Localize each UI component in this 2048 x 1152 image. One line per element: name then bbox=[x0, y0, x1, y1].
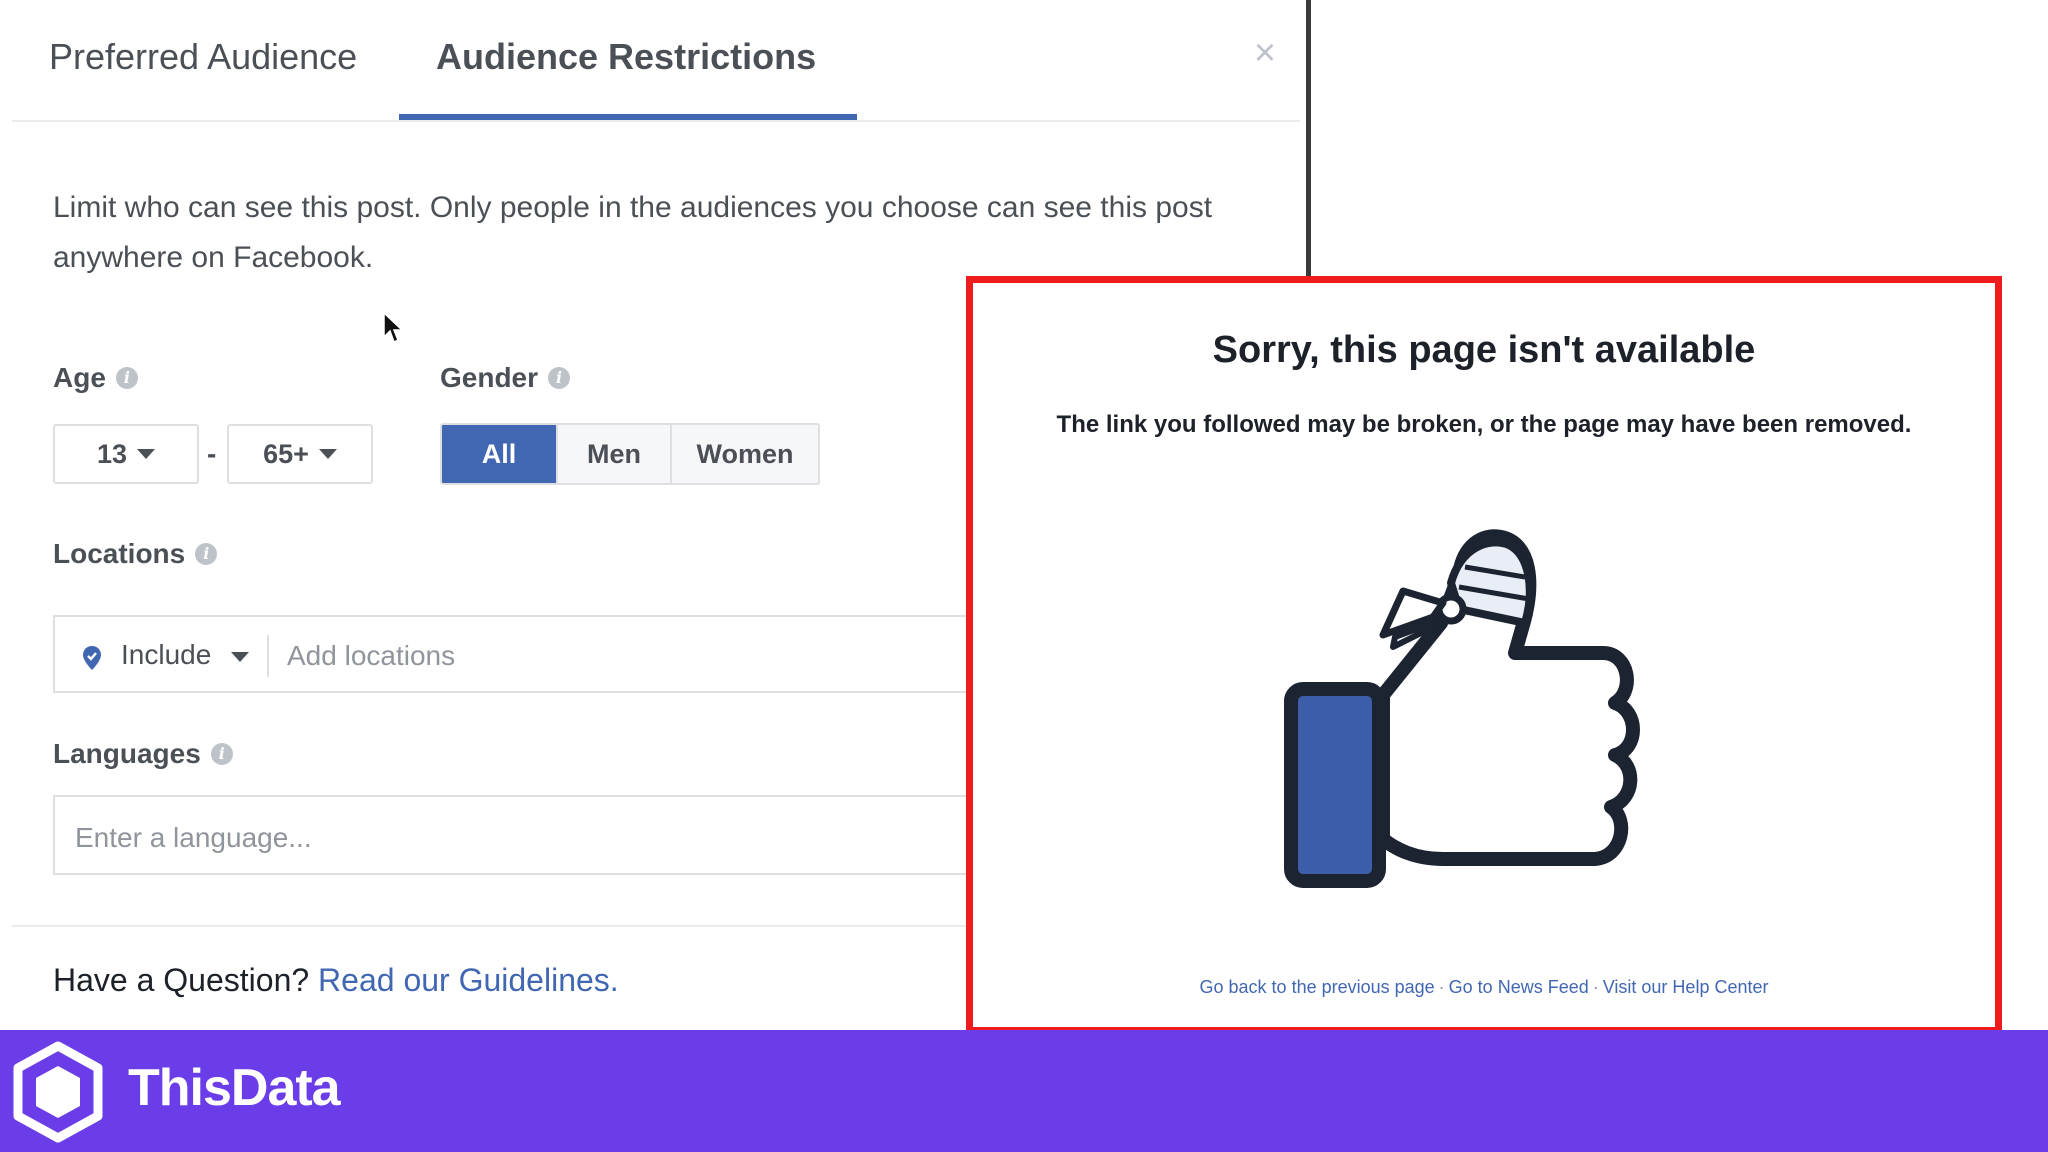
mouse-cursor-icon bbox=[383, 312, 403, 344]
guidelines-link[interactable]: Read our Guidelines. bbox=[318, 962, 619, 998]
error-links: Go back to the previous page · Go to News … bbox=[973, 977, 1995, 998]
age-min-value: 13 bbox=[96, 438, 128, 469]
age-label-text: Age bbox=[53, 362, 106, 393]
page-unavailable-card: Sorry, this page isn't available The lin… bbox=[966, 276, 2002, 1034]
link-separator: · bbox=[1438, 977, 1445, 997]
link-news-feed[interactable]: Go to News Feed bbox=[1449, 977, 1589, 997]
age-max-value: 65+ bbox=[263, 438, 309, 469]
error-subtitle: The link you followed may be broken, or … bbox=[1056, 411, 1912, 438]
tab-audience-restrictions[interactable]: Audience Restrictions bbox=[436, 36, 816, 78]
languages-label: Languages i bbox=[53, 738, 233, 770]
chevron-down-icon bbox=[137, 449, 156, 459]
link-help-center[interactable]: Visit our Help Center bbox=[1603, 977, 1769, 997]
tab-preferred-audience[interactable]: Preferred Audience bbox=[49, 36, 357, 78]
close-icon[interactable]: × bbox=[1250, 34, 1280, 72]
brand-bar: ThisData bbox=[0, 1030, 2048, 1152]
gender-segmented-control: All Men Women bbox=[440, 423, 820, 485]
restriction-description: Limit who can see this post. Only people… bbox=[53, 191, 1213, 274]
locations-label: Locations i bbox=[53, 538, 218, 570]
link-previous-page[interactable]: Go back to the previous page bbox=[1200, 977, 1435, 997]
chevron-down-icon[interactable] bbox=[231, 652, 249, 662]
languages-label-text: Languages bbox=[53, 738, 201, 769]
age-max-select[interactable]: 65+ bbox=[227, 424, 373, 484]
info-icon[interactable]: i bbox=[195, 543, 218, 565]
info-icon[interactable]: i bbox=[548, 367, 571, 389]
link-separator: · bbox=[1592, 977, 1599, 997]
gender-label-text: Gender bbox=[440, 362, 539, 393]
help-question: Have a Question? Read our Guidelines. bbox=[53, 962, 619, 999]
gender-label: Gender i bbox=[440, 362, 571, 394]
gender-all-button[interactable]: All bbox=[442, 425, 558, 483]
age-label: Age i bbox=[53, 362, 138, 394]
brand-name: ThisData bbox=[128, 1059, 341, 1117]
locations-label-text: Locations bbox=[53, 538, 186, 569]
dialog-tabs: Preferred Audience Audience Restrictions… bbox=[0, 0, 1300, 122]
gender-men-button[interactable]: Men bbox=[558, 425, 672, 483]
question-text: Have a Question? bbox=[53, 962, 310, 998]
location-input[interactable] bbox=[285, 631, 989, 681]
chevron-down-icon bbox=[318, 449, 337, 459]
info-icon[interactable]: i bbox=[115, 367, 138, 389]
location-pin-icon bbox=[83, 646, 101, 670]
info-icon[interactable]: i bbox=[210, 743, 233, 765]
language-input[interactable] bbox=[73, 813, 977, 863]
gender-women-button[interactable]: Women bbox=[672, 425, 818, 483]
error-title: Sorry, this page isn't available bbox=[1212, 329, 1756, 371]
thisdata-logo-icon bbox=[13, 1041, 103, 1143]
include-dropdown[interactable]: Include bbox=[121, 639, 211, 671]
age-min-select[interactable]: 13 bbox=[53, 424, 199, 484]
tab-divider bbox=[12, 120, 1300, 122]
include-separator bbox=[267, 635, 269, 677]
age-separator: - bbox=[207, 438, 217, 469]
bandaged-thumbs-up-icon bbox=[1284, 529, 1640, 888]
